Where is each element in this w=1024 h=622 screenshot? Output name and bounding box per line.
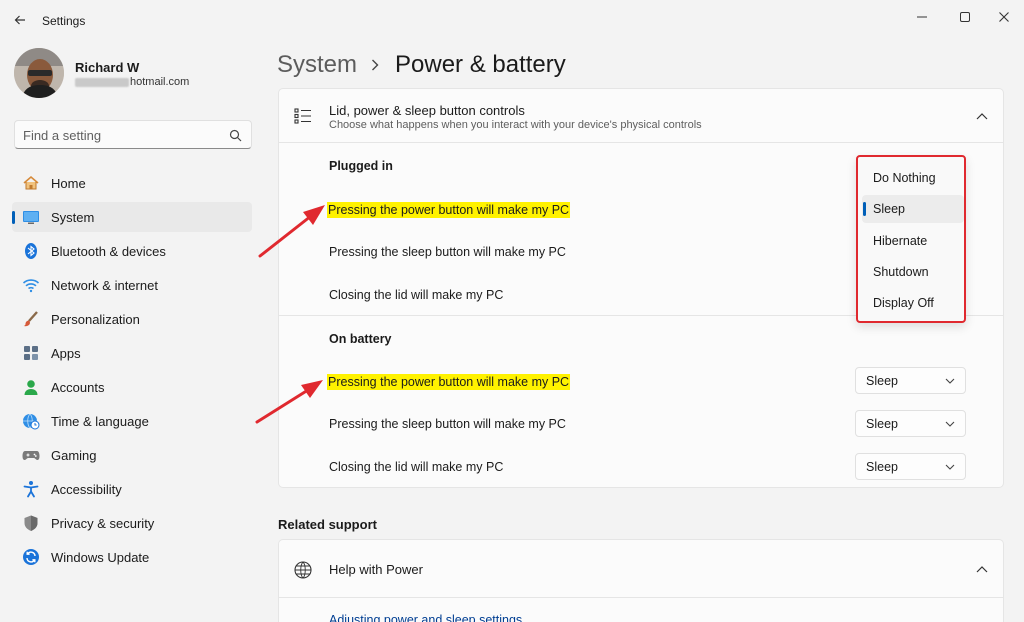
option-display-off[interactable]: Display Off xyxy=(862,289,964,317)
arrow-left-icon xyxy=(14,15,25,25)
user-profile[interactable]: Richard W hotmail.com xyxy=(14,48,244,100)
maximize-icon xyxy=(960,12,970,22)
title-bar: Settings xyxy=(0,0,1024,40)
sidebar-item-label: Personalization xyxy=(51,311,140,327)
on-battery-heading: On battery xyxy=(329,332,392,346)
option-hibernate[interactable]: Hibernate xyxy=(862,227,964,255)
dropdown-value: Sleep xyxy=(866,460,898,474)
sidebar-item-time-language[interactable]: Time & language xyxy=(12,406,252,436)
battery-lid-dropdown[interactable]: Sleep xyxy=(855,453,966,480)
breadcrumb-parent[interactable]: System xyxy=(277,51,357,79)
battery-lid-label: Closing the lid will make my PC xyxy=(329,460,504,474)
chevron-down-icon xyxy=(945,421,955,427)
chevron-down-icon xyxy=(945,378,955,384)
expander-subtitle: Choose what happens when you interact wi… xyxy=(329,119,702,131)
collapse-button[interactable] xyxy=(973,560,991,578)
minimize-button[interactable] xyxy=(902,4,942,30)
search-icon[interactable] xyxy=(229,129,242,142)
sidebar-item-label: Accessibility xyxy=(51,481,122,497)
search-box xyxy=(14,120,252,149)
sidebar-item-system[interactable]: System xyxy=(12,202,252,232)
help-with-power-expander: Help with Power Adjusting power and slee… xyxy=(278,539,1004,622)
option-shutdown[interactable]: Shutdown xyxy=(862,258,964,286)
sidebar-item-label: Home xyxy=(51,175,86,191)
option-sleep[interactable]: Sleep xyxy=(862,195,964,223)
update-icon xyxy=(22,548,40,566)
battery-power-button-label: Pressing the power button will make my P… xyxy=(327,374,571,390)
maximize-button[interactable] xyxy=(945,4,985,30)
sidebar-item-label: Bluetooth & devices xyxy=(51,243,166,259)
shield-icon xyxy=(22,514,40,532)
email-domain: hotmail.com xyxy=(130,76,190,88)
plugged-lid-label: Closing the lid will make my PC xyxy=(329,288,504,302)
sidebar-item-label: Time & language xyxy=(51,413,149,429)
annotation-arrow-icon xyxy=(258,205,325,258)
back-button[interactable] xyxy=(10,10,30,30)
chevron-right-icon xyxy=(371,58,381,72)
sidebar-item-label: Apps xyxy=(51,345,81,361)
list-settings-icon xyxy=(294,108,311,124)
battery-sleep-button-dropdown[interactable]: Sleep xyxy=(855,410,966,437)
sidebar-item-bluetooth[interactable]: Bluetooth & devices xyxy=(12,236,252,266)
sidebar-item-gaming[interactable]: Gaming xyxy=(12,440,252,470)
sidebar-item-home[interactable]: Home xyxy=(12,168,252,198)
home-icon xyxy=(22,174,40,192)
expander-header[interactable]: Lid, power & sleep button controls Choos… xyxy=(279,89,1003,143)
page-title: Power & battery xyxy=(395,51,566,78)
battery-sleep-button-label: Pressing the sleep button will make my P… xyxy=(329,417,566,431)
help-expander-header[interactable]: Help with Power xyxy=(279,540,1003,598)
plugged-sleep-button-label: Pressing the sleep button will make my P… xyxy=(329,245,566,259)
search-input[interactable] xyxy=(23,126,223,144)
power-action-popup: Do Nothing Sleep Hibernate Shutdown Disp… xyxy=(856,155,966,323)
user-email: hotmail.com xyxy=(75,76,189,88)
dropdown-value: Sleep xyxy=(866,374,898,388)
breadcrumb: System Power & battery xyxy=(277,49,566,81)
sidebar-item-apps[interactable]: Apps xyxy=(12,338,252,368)
close-button[interactable] xyxy=(984,4,1024,30)
chevron-up-icon xyxy=(976,566,988,573)
wifi-icon xyxy=(22,276,40,294)
chevron-down-icon xyxy=(945,464,955,470)
bluetooth-icon xyxy=(22,242,40,260)
battery-power-button-dropdown[interactable]: Sleep xyxy=(855,367,966,394)
related-support-heading: Related support xyxy=(278,517,377,532)
sidebar-item-windows-update[interactable]: Windows Update xyxy=(12,542,252,572)
accessibility-icon xyxy=(22,480,40,498)
sidebar-item-label: Gaming xyxy=(51,447,97,463)
sidebar-item-accessibility[interactable]: Accessibility xyxy=(12,474,252,504)
sidebar-item-label: Windows Update xyxy=(51,549,150,565)
email-redaction xyxy=(75,77,129,87)
gamepad-icon xyxy=(22,446,40,464)
sidebar-item-accounts[interactable]: Accounts xyxy=(12,372,252,402)
globe-clock-icon xyxy=(22,412,40,430)
sidebar-item-label: System xyxy=(51,209,95,225)
sidebar-nav: Home System Bluetooth & devices Network … xyxy=(12,168,252,576)
close-icon xyxy=(999,12,1009,22)
minimize-icon xyxy=(917,16,927,18)
expander-title: Lid, power & sleep button controls xyxy=(329,103,525,118)
sidebar-item-privacy-security[interactable]: Privacy & security xyxy=(12,508,252,538)
sidebar-item-label: Network & internet xyxy=(51,277,158,293)
app-title: Settings xyxy=(42,14,86,28)
option-do-nothing[interactable]: Do Nothing xyxy=(862,164,964,192)
user-name: Richard W xyxy=(75,60,140,75)
plugged-power-button-label: Pressing the power button will make my P… xyxy=(327,202,571,218)
help-link[interactable]: Adjusting power and sleep settings xyxy=(329,613,522,622)
avatar xyxy=(14,48,64,98)
chevron-up-icon xyxy=(976,113,988,120)
brush-icon xyxy=(22,310,40,328)
dropdown-value: Sleep xyxy=(866,417,898,431)
system-icon xyxy=(22,208,40,226)
help-title: Help with Power xyxy=(329,562,423,577)
sidebar-item-network[interactable]: Network & internet xyxy=(12,270,252,300)
sidebar-item-label: Privacy & security xyxy=(51,515,155,531)
apps-icon xyxy=(22,344,40,362)
annotation-arrow-icon xyxy=(255,380,323,424)
collapse-button[interactable] xyxy=(973,107,991,125)
accounts-icon xyxy=(22,378,40,396)
plugged-in-heading: Plugged in xyxy=(329,159,393,173)
sidebar-item-personalization[interactable]: Personalization xyxy=(12,304,252,334)
globe-icon xyxy=(294,561,312,579)
sidebar-item-label: Accounts xyxy=(51,379,105,395)
